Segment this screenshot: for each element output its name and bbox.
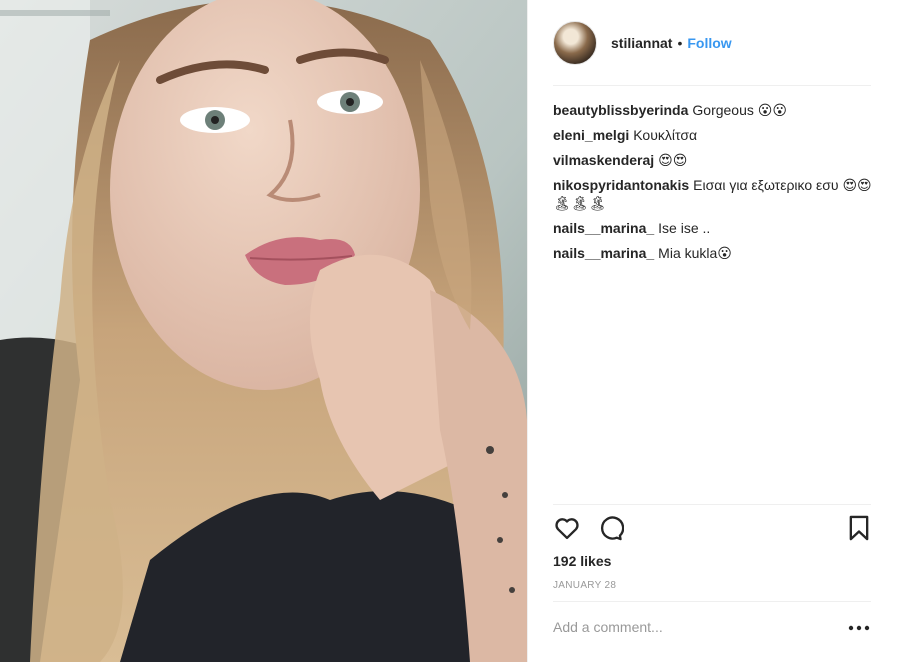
- post-header: stiliannat • Follow: [553, 20, 873, 66]
- comment-text: Ise ise ..: [658, 220, 711, 236]
- header-separator: •: [677, 35, 683, 51]
- comment-bubble-icon[interactable]: [596, 514, 624, 542]
- add-comment-input[interactable]: [553, 615, 833, 639]
- divider: [553, 504, 871, 505]
- comment-text: Gorgeous 😮😮: [692, 102, 787, 118]
- comment-text: 😍😍: [658, 152, 688, 168]
- comment-username[interactable]: nikospyridantonakis: [553, 177, 689, 193]
- comment-item: beautyblissbyerinda Gorgeous 😮😮: [553, 101, 873, 119]
- comment-list: beautyblissbyerinda Gorgeous 😮😮 eleni_mel…: [553, 101, 873, 269]
- comment-text: Mia kukla😮: [658, 245, 732, 261]
- comment-item: nikospyridantonakis Εισαι για εξωτερικο ε…: [553, 176, 873, 212]
- comment-username[interactable]: nails__marina_: [553, 245, 654, 261]
- more-dots-icon[interactable]: [847, 622, 871, 634]
- follow-button[interactable]: Follow: [687, 35, 731, 51]
- divider: [553, 85, 871, 86]
- comment-text: Κουκλίτσα: [633, 127, 698, 143]
- post-photo[interactable]: [0, 0, 527, 662]
- divider: [553, 601, 871, 602]
- post-side-panel: stiliannat • Follow beautyblissbyerinda G…: [527, 0, 897, 662]
- post-dialog: stiliannat • Follow beautyblissbyerinda G…: [0, 0, 897, 662]
- comment-item: nails__marina_ Ise ise ..: [553, 219, 873, 237]
- bookmark-icon[interactable]: [845, 514, 873, 542]
- comment-item: vilmaskenderaj 😍😍: [553, 151, 873, 169]
- avatar[interactable]: [553, 21, 597, 65]
- comment-username[interactable]: beautyblissbyerinda: [553, 102, 688, 118]
- action-bar: [553, 514, 873, 544]
- author-username[interactable]: stiliannat: [611, 35, 672, 51]
- comment-item: eleni_melgi Κουκλίτσα: [553, 126, 873, 144]
- likes-count[interactable]: 192 likes: [553, 553, 611, 569]
- comment-username[interactable]: eleni_melgi: [553, 127, 629, 143]
- post-date: January 28: [553, 580, 617, 591]
- selfie-image: [0, 0, 527, 662]
- comment-username[interactable]: nails__marina_: [553, 220, 654, 236]
- comment-username[interactable]: vilmaskenderaj: [553, 152, 654, 168]
- heart-icon[interactable]: [553, 514, 581, 542]
- comment-item: nails__marina_ Mia kukla😮: [553, 244, 873, 262]
